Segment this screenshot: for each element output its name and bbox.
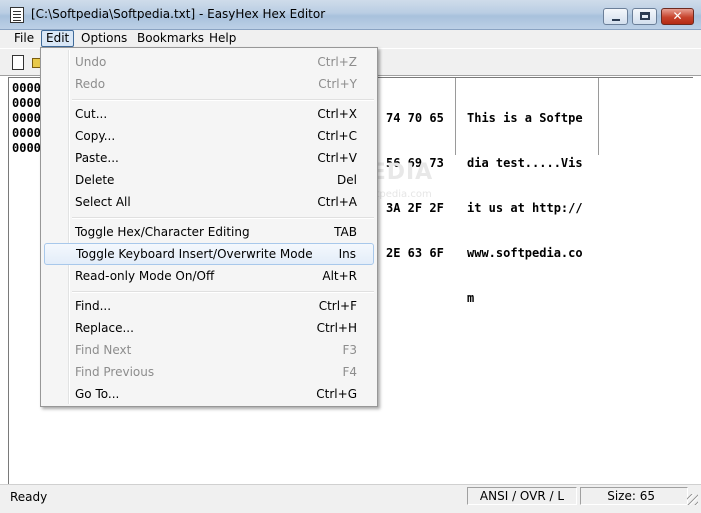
menu-item-label: Find Previous (75, 365, 155, 379)
offset-cell: 0000 (12, 111, 41, 125)
menu-item-copy[interactable]: Copy... Ctrl+C (44, 125, 374, 147)
menu-item-find[interactable]: Find... Ctrl+F (44, 295, 374, 317)
menu-item-replace[interactable]: Replace... Ctrl+H (44, 317, 374, 339)
menu-item-shortcut: Ctrl+F (318, 299, 357, 313)
menu-item-label: Read-only Mode On/Off (75, 269, 215, 283)
menu-item-shortcut: F3 (342, 343, 357, 357)
menu-item-label: Replace... (75, 321, 134, 335)
menu-item-shortcut: Alt+R (322, 269, 357, 283)
menu-item-label: Go To... (75, 387, 120, 401)
menu-item-shortcut: Ins (338, 247, 356, 261)
ascii-cell[interactable]: dia test.....Vis (467, 156, 583, 171)
menu-help[interactable]: Help (203, 30, 242, 48)
notepad-icon[interactable] (10, 7, 24, 23)
offset-cell: 0000 (12, 141, 41, 155)
close-button[interactable]: ✕ (661, 8, 694, 25)
menu-item-label: Select All (75, 195, 131, 209)
hex-column[interactable]: 74 70 65 56 69 73 3A 2F 2F 2E 63 6F (386, 81, 444, 336)
menu-separator (72, 99, 374, 101)
status-mode: ANSI / OVR / L (467, 487, 577, 505)
menu-file[interactable]: File (8, 30, 40, 48)
menu-item-label: Find... (75, 299, 112, 313)
menu-item-paste[interactable]: Paste... Ctrl+V (44, 147, 374, 169)
hex-cell[interactable]: 3A 2F 2F (386, 201, 444, 216)
new-file-icon[interactable] (12, 55, 24, 70)
menu-item-delete[interactable]: Delete Del (44, 169, 374, 191)
hex-cell[interactable]: 74 70 65 (386, 111, 444, 126)
menu-item-label: Delete (75, 173, 115, 187)
close-icon: ✕ (672, 9, 683, 23)
menu-item-label: Find Next (75, 343, 132, 357)
menu-item-shortcut: Ctrl+Y (318, 77, 357, 91)
menu-item-toggle-hex-char[interactable]: Toggle Hex/Character Editing TAB (44, 221, 374, 243)
maximize-icon (640, 12, 650, 20)
offset-column: 0000 0000 0000 0000 0000 (12, 81, 41, 156)
menu-item-shortcut: Ctrl+A (317, 195, 357, 209)
title-bar: [C:\Softpedia\Softpedia.txt] - EasyHex H… (0, 0, 701, 30)
ascii-cell[interactable]: This is a Softpe (467, 111, 583, 126)
menu-item-shortcut: Ctrl+V (317, 151, 357, 165)
menu-edit[interactable]: Edit (41, 30, 75, 47)
menu-item-shortcut: F4 (342, 365, 357, 379)
column-divider (598, 78, 599, 155)
menu-item-label: Toggle Hex/Character Editing (75, 225, 250, 239)
hex-cell[interactable] (386, 291, 444, 306)
menu-item-read-only[interactable]: Read-only Mode On/Off Alt+R (44, 265, 374, 287)
menu-bookmarks[interactable]: Bookmarks (131, 30, 210, 48)
menu-item-redo[interactable]: Redo Ctrl+Y (44, 73, 374, 95)
edit-dropdown-menu: Undo Ctrl+Z Redo Ctrl+Y Cut... Ctrl+X Co… (40, 47, 378, 407)
menu-item-shortcut: Ctrl+G (316, 387, 357, 401)
minimize-button[interactable] (603, 8, 628, 25)
menu-item-label: Paste... (75, 151, 119, 165)
menu-item-label: Toggle Keyboard Insert/Overwrite Mode (76, 247, 313, 261)
menu-item-shortcut: TAB (334, 225, 357, 239)
menu-item-shortcut: Ctrl+C (317, 129, 357, 143)
menu-item-shortcut: Ctrl+Z (317, 55, 357, 69)
menu-item-label: Undo (75, 55, 107, 69)
menu-item-shortcut: Ctrl+X (317, 107, 357, 121)
menu-item-label: Redo (75, 77, 106, 91)
column-divider (455, 78, 456, 155)
menu-item-cut[interactable]: Cut... Ctrl+X (44, 103, 374, 125)
offset-cell: 0000 (12, 96, 41, 110)
menu-item-find-next[interactable]: Find Next F3 (44, 339, 374, 361)
menu-item-shortcut: Ctrl+H (316, 321, 357, 335)
menu-item-label: Cut... (75, 107, 108, 121)
status-size: Size: 65 (580, 487, 688, 505)
menu-item-shortcut: Del (337, 173, 357, 187)
ascii-cell[interactable]: www.softpedia.co (467, 246, 583, 261)
maximize-button[interactable] (632, 8, 657, 25)
menu-separator (72, 217, 374, 219)
status-bar: Ready ANSI / OVR / L Size: 65 (0, 484, 701, 513)
minimize-icon (612, 19, 620, 21)
menu-item-toggle-insert-overwrite[interactable]: Toggle Keyboard Insert/Overwrite Mode In… (44, 243, 374, 265)
menu-bar: File Edit Options Bookmarks Help (0, 30, 701, 48)
menu-item-find-previous[interactable]: Find Previous F4 (44, 361, 374, 383)
ascii-cell[interactable]: it us at http:// (467, 201, 583, 216)
window-title: [C:\Softpedia\Softpedia.txt] - EasyHex H… (31, 7, 326, 21)
ascii-column[interactable]: This is a Softpe dia test.....Vis it us … (467, 81, 583, 336)
menu-item-go-to[interactable]: Go To... Ctrl+G (44, 383, 374, 405)
ascii-cell[interactable]: m (467, 291, 583, 306)
status-text: Ready (10, 490, 48, 504)
menu-separator (72, 291, 374, 293)
menu-item-label: Copy... (75, 129, 116, 143)
menu-item-undo[interactable]: Undo Ctrl+Z (44, 51, 374, 73)
menu-item-select-all[interactable]: Select All Ctrl+A (44, 191, 374, 213)
menu-options[interactable]: Options (75, 30, 133, 48)
offset-cell: 0000 (12, 126, 41, 140)
hex-cell[interactable]: 2E 63 6F (386, 246, 444, 261)
resize-grip-icon[interactable] (687, 494, 698, 505)
offset-cell: 0000 (12, 81, 41, 95)
